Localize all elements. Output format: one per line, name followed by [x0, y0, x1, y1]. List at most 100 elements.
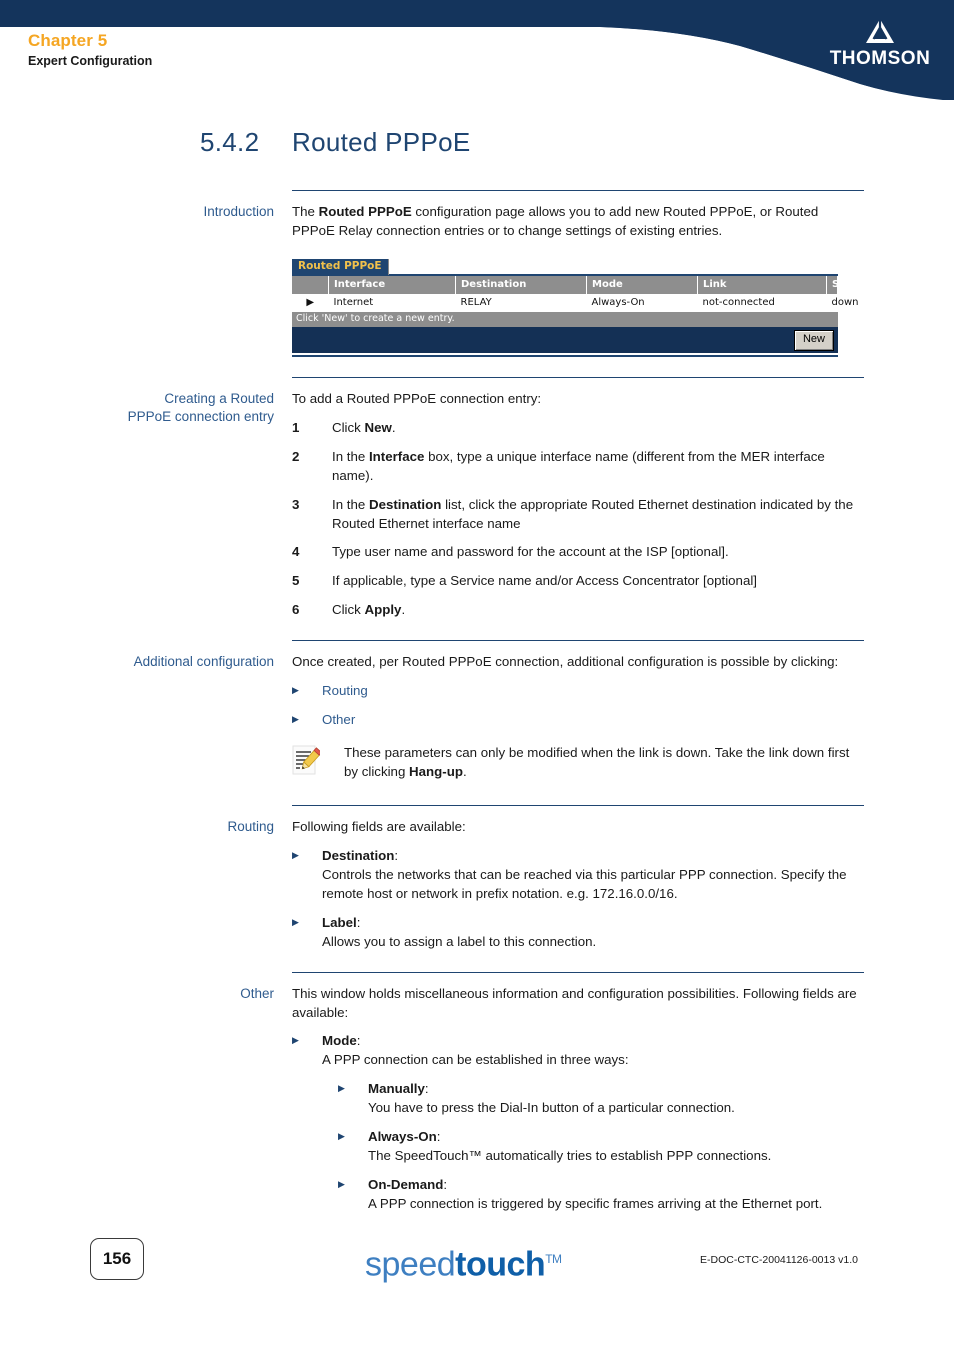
gutter-label-creating: Creating a Routed PPPoE connection entry [0, 390, 292, 620]
step-1-text: Click New. [332, 419, 864, 438]
creating-label-line2: PPPoE connection entry [127, 409, 274, 425]
field-label-colon: : [356, 914, 361, 930]
new-button[interactable]: New [793, 330, 834, 351]
mode-manually-content: Manually: You have to press the Dial-In … [368, 1080, 864, 1118]
introduction-paragraph: The Routed PPPoE configuration page allo… [292, 203, 864, 241]
mode-always-on-content: Always-On: The SpeedTouch™ automatically… [368, 1128, 864, 1166]
gutter-label-routing: Routing [0, 818, 292, 951]
step-3-number: 3 [292, 496, 300, 512]
cell-mode: Always-On [586, 293, 698, 313]
page-footer: 156 speedtouchTM E-DOC-CTC-20041126-0013… [0, 1232, 954, 1302]
speedtouch-logo: speedtouchTM [365, 1240, 562, 1283]
field-label-name: Label [322, 914, 357, 930]
step-6-post: . [401, 602, 406, 618]
cell-link: not-connected [697, 293, 827, 313]
thomson-emblem-icon [866, 19, 894, 43]
step-1: 1 Click New. [292, 419, 864, 438]
table-header-row: Interface Destination Mode Link State [292, 275, 862, 294]
cell-destination: RELAY [455, 293, 587, 313]
section-creating-entry: Creating a Routed PPPoE connection entry… [0, 390, 954, 620]
link-other-label: Other [322, 711, 356, 727]
additional-label: Additional configuration [133, 654, 274, 669]
mode-on-demand: ▶ On-Demand: A PPP connection is trigger… [338, 1176, 864, 1214]
speedtouch-logo-light: speed [365, 1245, 456, 1284]
speedtouch-logo-bold: touch [455, 1245, 546, 1284]
step-2: 2 In the Interface box, type a unique in… [292, 448, 864, 486]
chapter-subtitle: Expert Configuration [28, 54, 153, 69]
routing-label: Routing [227, 819, 274, 835]
step-6-bold: Apply [364, 602, 402, 618]
mode-always-on-name: Always-On [368, 1128, 437, 1144]
note-pencil-icon [292, 744, 344, 782]
routing-intro: Following fields are available: [292, 819, 466, 835]
field-destination-colon: : [394, 848, 399, 864]
page-number-badge: 156 [90, 1238, 144, 1280]
tab-routed-pppoe[interactable]: Routed PPPoE [292, 258, 389, 275]
field-destination-name: Destination [322, 848, 395, 864]
routed-pppoe-table: Interface Destination Mode Link State ▶ … [292, 275, 862, 313]
step-1-post: . [391, 420, 396, 435]
gutter-label-other: Other [0, 985, 292, 1214]
mode-on-demand-colon: : [443, 1176, 448, 1192]
link-routing[interactable]: ▶ Routing [292, 682, 864, 701]
routed-pppoe-screenshot: Routed PPPoE Interface Destination Mode … [292, 256, 862, 358]
mode-manually-colon: : [424, 1081, 429, 1097]
bullet-triangle-icon: ▶ [338, 1130, 345, 1141]
step-1-bold: New [364, 420, 392, 435]
document-code: E-DOC-CTC-20041126-0013 v1.0 [700, 1254, 858, 1266]
field-mode-content: Mode: A PPP connection can be establishe… [322, 1032, 864, 1070]
col-header-link: Link [697, 275, 827, 294]
col-header-mode: Mode [586, 275, 698, 294]
cell-interface: Internet [328, 293, 456, 313]
section-introduction: Introduction The Routed PPPoE configurat… [0, 203, 954, 358]
field-mode-name: Mode [322, 1033, 357, 1049]
introduction-body: The Routed PPPoE configuration page allo… [292, 203, 954, 358]
page-content: Introduction The Routed PPPoE configurat… [0, 190, 954, 1213]
link-routing-label: Routing [322, 682, 368, 698]
gutter-label-additional: Additional configuration [0, 653, 292, 781]
field-mode-title: Mode: [322, 1032, 864, 1051]
col-header-interface: Interface [328, 275, 456, 294]
link-other[interactable]: ▶ Other [292, 711, 864, 730]
field-label-content: Label: Allows you to assign a label to t… [322, 914, 864, 952]
col-header-marker [292, 275, 329, 294]
mode-on-demand-desc: A PPP connection is triggered by specifi… [368, 1195, 823, 1211]
field-mode-colon: : [356, 1033, 361, 1049]
screenshot-action-bar: New [292, 327, 838, 354]
step-2-text: In the Interface box, type a unique inte… [332, 448, 864, 486]
step-4: 4 Type user name and password for the ac… [292, 543, 864, 562]
field-label-desc: Allows you to assign a label to this con… [322, 933, 597, 949]
mode-manually: ▶ Manually: You have to press the Dial-I… [338, 1080, 864, 1118]
table-row[interactable]: ▶ Internet RELAY Always-On not-connected… [292, 293, 858, 313]
bullet-triangle-icon: ▶ [292, 713, 299, 724]
step-6-pre: Click [332, 602, 365, 618]
other-body: This window holds miscellaneous informat… [292, 985, 954, 1214]
field-mode-desc: A PPP connection can be established in t… [322, 1052, 629, 1068]
mode-on-demand-name: On-Demand [368, 1176, 444, 1192]
step-6: 6 Click Apply. [292, 601, 864, 620]
step-4-text: Type user name and password for the acco… [332, 544, 729, 560]
step-2-number: 2 [292, 448, 300, 464]
mode-on-demand-title: On-Demand: [368, 1176, 864, 1195]
routing-body: Following fields are available: ▶ Destin… [292, 818, 954, 951]
chapter-block: Chapter 5 Expert Configuration [28, 30, 152, 70]
page-header: Chapter 5 Expert Configuration THOMSON [0, 0, 954, 100]
step-6-text: Click Apply. [332, 601, 864, 620]
col-header-state: State [826, 275, 862, 294]
mode-manually-desc: You have to press the Dial-In button of … [368, 1100, 735, 1115]
trademark-symbol: TM [545, 1252, 562, 1266]
field-label-title: Label: [322, 914, 864, 933]
note-block: These parameters can only be modified wh… [292, 744, 864, 782]
step-5: 5 If applicable, type a Service name and… [292, 572, 864, 591]
mode-always-on-desc: The SpeedTouch™ automatically tries to e… [368, 1147, 772, 1163]
mode-manually-title: Manually: [368, 1080, 864, 1099]
bullet-triangle-icon: ▶ [292, 850, 299, 861]
bullet-triangle-icon: ▶ [338, 1083, 345, 1094]
mode-always-on-title: Always-On: [368, 1128, 864, 1147]
step-3-pre: In the [332, 496, 369, 512]
creating-label-line1: Creating a Routed [164, 391, 274, 407]
bullet-triangle-icon: ▶ [292, 1035, 299, 1046]
mode-always-on: ▶ Always-On: The SpeedTouch™ automatical… [338, 1128, 864, 1166]
step-1-number: 1 [292, 420, 300, 435]
step-4-number: 4 [292, 544, 300, 560]
